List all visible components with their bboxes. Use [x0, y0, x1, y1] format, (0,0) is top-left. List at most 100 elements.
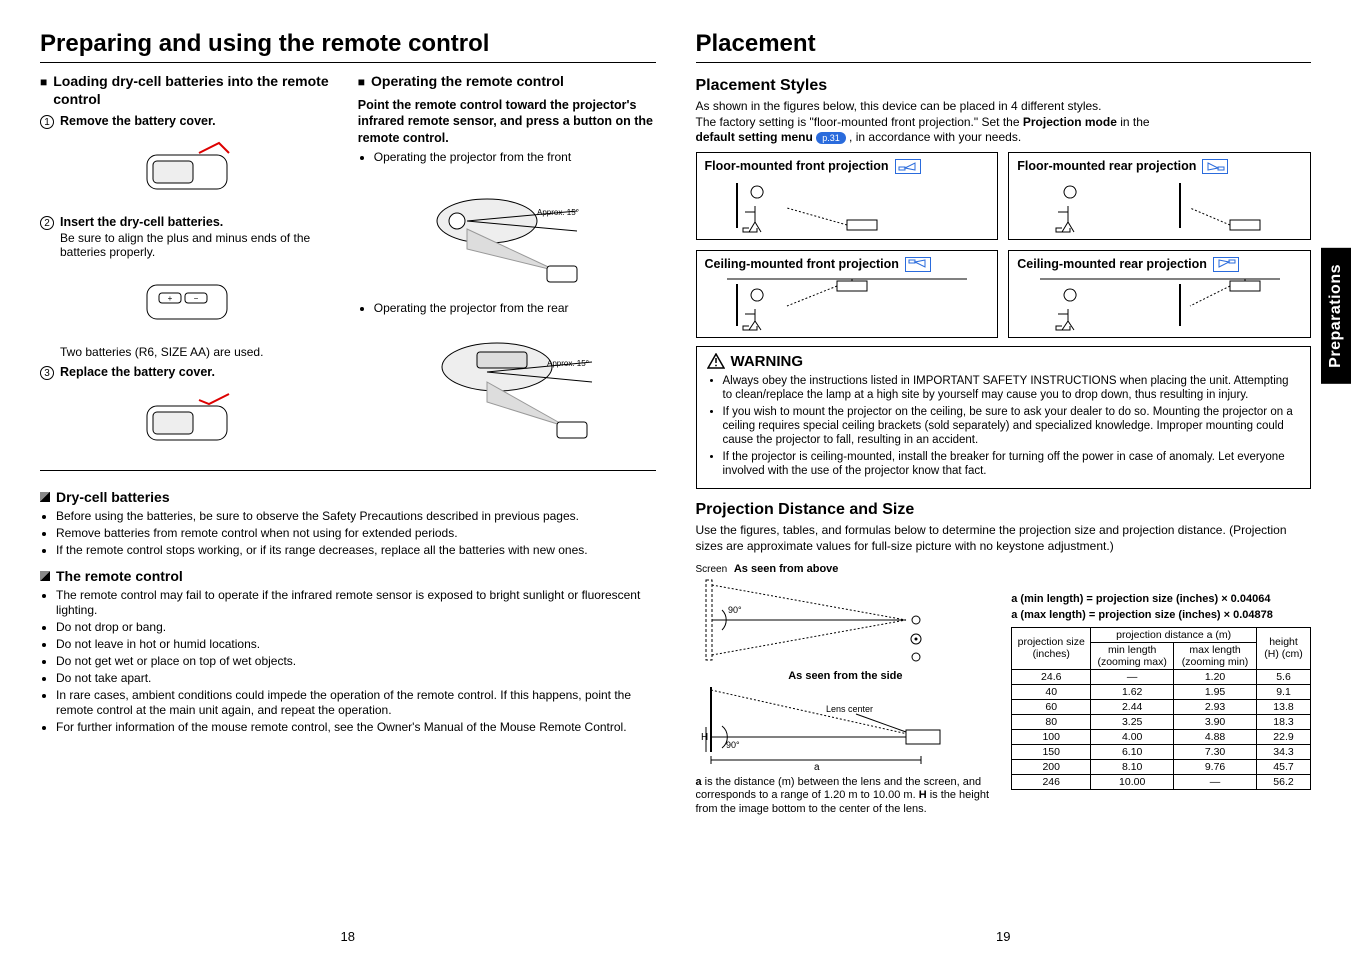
- table-header: projection size (inches): [1012, 627, 1091, 669]
- table-row: 602.442.9313.8: [1012, 699, 1311, 714]
- list-item: Do not get wet or place on top of wet ob…: [56, 654, 656, 669]
- warning-icon: [707, 353, 725, 369]
- table-row: 24610.00—56.2: [1012, 774, 1311, 789]
- step-2: 2 Insert the dry-cell batteries. Be sure…: [40, 215, 338, 259]
- table-cell: 60: [1012, 699, 1091, 714]
- table-cell: 3.90: [1174, 714, 1257, 729]
- step-text: Insert the dry-cell batteries.: [60, 215, 338, 229]
- table-row: 1004.004.8822.9: [1012, 729, 1311, 744]
- list-item: In rare cases, ambient conditions could …: [56, 688, 656, 718]
- list-item: For further information of the mouse rem…: [56, 720, 656, 735]
- placement-grid: Floor-mounted front projection Floor-mou…: [696, 152, 1312, 338]
- table-cell: 56.2: [1256, 774, 1310, 789]
- table-cell: 4.88: [1174, 729, 1257, 744]
- side-tab: Preparations: [1321, 248, 1351, 384]
- projection-table: projection size (inches) projection dist…: [1011, 627, 1311, 790]
- diagram-caption: a is the distance (m) between the lens a…: [696, 776, 996, 817]
- remote-illustration-1: [129, 135, 249, 205]
- step-number: 2: [40, 216, 54, 230]
- placement-mode-icon: [1213, 257, 1239, 272]
- svg-text:a: a: [814, 762, 820, 772]
- page-number-left: 18: [40, 923, 656, 944]
- table-cell: 45.7: [1256, 759, 1310, 774]
- svg-text:Approx. 15°: Approx. 15°: [537, 208, 579, 217]
- table-cell: 5.6: [1256, 669, 1310, 684]
- formula-min: a (min length) = projection size (inches…: [1011, 593, 1311, 605]
- table-header: projection distance a (m): [1091, 627, 1257, 642]
- table-cell: —: [1174, 774, 1257, 789]
- table-row: 1506.107.3034.3: [1012, 744, 1311, 759]
- battery-note: Two batteries (R6, SIZE AA) are used.: [60, 345, 338, 359]
- step-number: 3: [40, 366, 54, 380]
- table-header: max length (zooming min): [1174, 642, 1257, 669]
- step-detail: Be sure to align the plus and minus ends…: [60, 231, 338, 259]
- table-cell: 3.25: [1091, 714, 1174, 729]
- table-cell: 2.44: [1091, 699, 1174, 714]
- projector-front-illustration: Approx. 15°: [407, 171, 607, 291]
- table-row: 24.6—1.205.6: [1012, 669, 1311, 684]
- svg-text:90°: 90°: [726, 740, 740, 750]
- right-title: Placement: [696, 30, 1312, 58]
- table-cell: 1.20: [1174, 669, 1257, 684]
- placement-mode-icon: [1202, 159, 1228, 174]
- table-cell: 6.10: [1091, 744, 1174, 759]
- placement-floor-front: Floor-mounted front projection: [696, 152, 999, 240]
- table-cell: 22.9: [1256, 729, 1310, 744]
- drycell-note-head: Dry-cell batteries: [40, 489, 656, 505]
- page-number-right: 19: [696, 923, 1312, 944]
- drycell-note-list: Before using the batteries, be sure to o…: [40, 509, 656, 560]
- placement-styles-para: As shown in the figures below, this devi…: [696, 99, 1312, 146]
- loading-heading: Loading dry-cell batteries into the remo…: [40, 73, 338, 108]
- as-seen-side: As seen from the side: [696, 670, 996, 682]
- svg-text:+: +: [168, 294, 173, 303]
- list-item: If the projector is ceiling-mounted, ins…: [723, 450, 1301, 479]
- table-cell: 1.62: [1091, 684, 1174, 699]
- table-cell: 80: [1012, 714, 1091, 729]
- step-text: Replace the battery cover.: [60, 365, 215, 379]
- svg-text:H: H: [701, 732, 708, 743]
- operate-front-label: Operating the projector from the front: [374, 150, 656, 165]
- table-cell: 40: [1012, 684, 1091, 699]
- table-row: 2008.109.7645.7: [1012, 759, 1311, 774]
- table-cell: 200: [1012, 759, 1091, 774]
- table-cell: —: [1091, 669, 1174, 684]
- table-cell: 8.10: [1091, 759, 1174, 774]
- table-header: min length (zooming max): [1091, 642, 1174, 669]
- svg-text:Lens center: Lens center: [826, 704, 873, 714]
- distance-head: Projection Distance and Size: [696, 501, 1312, 519]
- step-3: 3 Replace the battery cover.: [40, 365, 338, 380]
- svg-text:−: −: [194, 294, 199, 303]
- table-row: 401.621.959.1: [1012, 684, 1311, 699]
- table-row: 803.253.9018.3: [1012, 714, 1311, 729]
- table-cell: 24.6: [1012, 669, 1091, 684]
- placement-ceiling-rear: Ceiling-mounted rear projection: [1008, 250, 1311, 338]
- page-reference: p.31: [816, 132, 846, 144]
- operate-lead: Point the remote control toward the proj…: [358, 97, 656, 146]
- step-1: 1 Remove the battery cover.: [40, 114, 338, 129]
- list-item: Do not leave in hot or humid locations.: [56, 637, 656, 652]
- remote-illustration-2: +−: [129, 265, 249, 335]
- remote-note-head: The remote control: [40, 568, 656, 584]
- table-cell: 7.30: [1174, 744, 1257, 759]
- placement-floor-rear: Floor-mounted rear projection: [1008, 152, 1311, 240]
- placement-mode-icon: [895, 159, 921, 174]
- list-item: Do not take apart.: [56, 671, 656, 686]
- screen-label: Screen: [696, 564, 728, 575]
- table-cell: 100: [1012, 729, 1091, 744]
- remote-illustration-3: [129, 386, 249, 456]
- table-header: height (H) (cm): [1256, 627, 1310, 669]
- warning-box: WARNING Always obey the instructions lis…: [696, 346, 1312, 490]
- table-cell: 246: [1012, 774, 1091, 789]
- projector-rear-illustration: Approx. 15°: [407, 322, 607, 442]
- placement-mode-icon: [905, 257, 931, 272]
- list-item: If you wish to mount the projector on th…: [723, 405, 1301, 448]
- distance-para: Use the figures, tables, and formulas be…: [696, 523, 1312, 554]
- list-item: If the remote control stops working, or …: [56, 543, 656, 558]
- diagram-side: 90° Lens center H a: [696, 682, 996, 772]
- table-cell: 18.3: [1256, 714, 1310, 729]
- table-cell: 9.76: [1174, 759, 1257, 774]
- list-item: Always obey the instructions listed in I…: [723, 374, 1301, 403]
- warning-head-text: WARNING: [731, 353, 804, 370]
- operating-heading: Operating the remote control: [358, 73, 656, 91]
- list-item: Before using the batteries, be sure to o…: [56, 509, 656, 524]
